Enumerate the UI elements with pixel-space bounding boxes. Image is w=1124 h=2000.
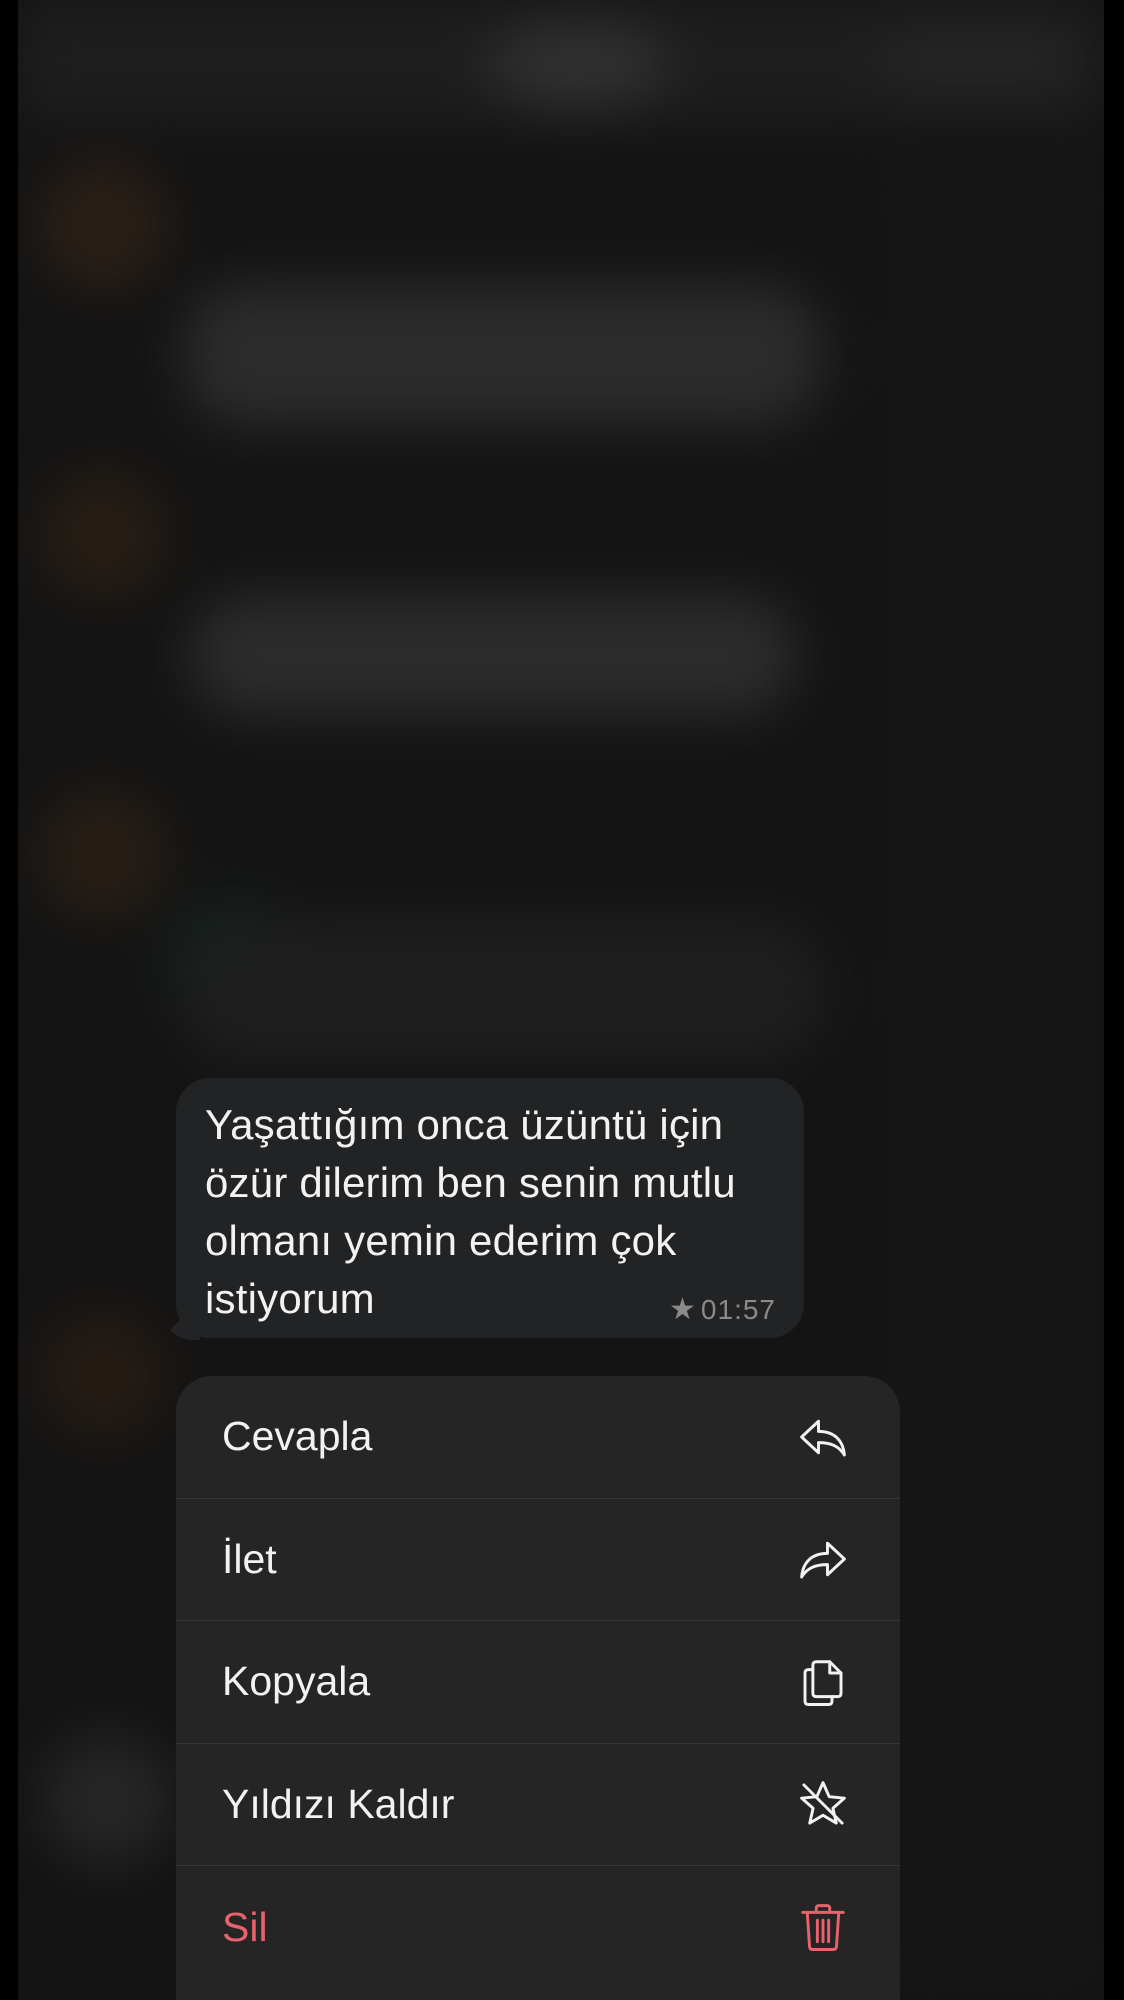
message-time: 01:57 [700,1294,776,1325]
menu-item-delete[interactable]: Sil [176,1866,900,1989]
message-meta: ★ 01:57 [669,1294,776,1326]
blurred-avatar [38,160,168,290]
blurred-message-bubble [188,595,798,715]
blurred-avatar [38,470,168,600]
trash-icon [796,1900,850,1954]
blurred-header-title [488,20,668,110]
selected-message-bubble[interactable]: Yaşattığım onca üzüntü için özür dilerim… [176,1078,804,1338]
blurred-avatar [43,1735,173,1865]
blurred-header-actions [878,30,1078,90]
menu-item-label: İlet [222,1535,277,1582]
star-icon: ★ [669,1293,697,1326]
menu-item-copy[interactable]: Kopyala [176,1621,900,1744]
message-line: özür dilerim ben senin mutlu [205,1159,736,1206]
message-line: Yaşattığım onca üzüntü için [205,1101,724,1148]
blurred-right-area [878,150,1104,2000]
menu-item-label: Cevapla [222,1413,373,1460]
menu-item-reply[interactable]: Cevapla [176,1376,900,1499]
menu-item-unstar[interactable]: Yıldızı Kaldır [176,1744,900,1866]
reply-icon [796,1410,850,1464]
menu-item-label: Kopyala [222,1658,371,1705]
copy-icon [796,1655,850,1709]
message-line: olmanı yemin ederim çok [205,1217,677,1264]
menu-item-label: Sil [222,1903,268,1950]
forward-icon [796,1532,850,1586]
menu-item-label: Yıldızı Kaldır [222,1780,455,1827]
blurred-message-bubble [183,920,823,1060]
menu-item-forward[interactable]: İlet [176,1499,900,1621]
unstar-icon [796,1777,850,1831]
context-menu: Cevapla İlet Kopyala Yıldızı Kaldır Sil [176,1376,900,2000]
blurred-avatar [38,1310,168,1440]
blurred-message-bubble [183,285,823,425]
blurred-avatar [38,790,168,920]
